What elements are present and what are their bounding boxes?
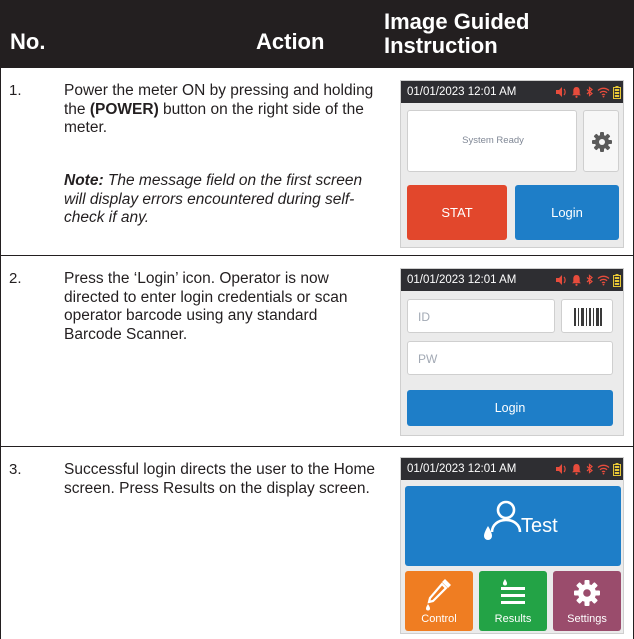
login-label: Login: [551, 205, 583, 220]
header-image-guided-instruction: Image Guided Instruction: [384, 9, 530, 58]
step-text: Successful login directs the user to the…: [64, 461, 376, 497]
meter-screen-home: 01/01/2023 12:01 AM Test Control Results…: [400, 457, 624, 634]
table-row-step-1: 1. Power the meter ON by pressing and ho…: [0, 68, 634, 256]
settings-button[interactable]: [583, 110, 619, 172]
table-row-step-2: 2. Press the ‘Login’ icon. Operator is n…: [0, 256, 634, 447]
status-bar: 01/01/2023 12:01 AM: [401, 269, 623, 291]
battery-icon: [613, 462, 621, 476]
status-bar: 01/01/2023 12:01 AM: [401, 458, 623, 480]
test-label: Test: [521, 515, 558, 537]
gear-icon: [592, 132, 612, 152]
barcode-scan-button[interactable]: [561, 299, 613, 333]
bluetooth-icon: [586, 86, 593, 97]
step-number: 2.: [9, 270, 22, 287]
header-action: Action: [256, 29, 325, 54]
results-tile[interactable]: Results: [479, 571, 547, 631]
pw-placeholder: PW: [418, 352, 438, 366]
table-border-left: [0, 68, 1, 639]
status-icons: [555, 85, 621, 99]
step-text: Press the ‘Login’ icon. Operator is now …: [64, 270, 348, 343]
note-label: Note:: [64, 172, 104, 189]
power-label: (POWER): [89, 100, 159, 118]
wifi-icon: [597, 87, 610, 98]
bell-icon: [572, 464, 581, 475]
status-datetime: 01/01/2023 12:01 AM: [407, 86, 517, 98]
volume-icon: [556, 464, 566, 474]
volume-icon: [556, 275, 566, 285]
settings-tile[interactable]: Settings: [553, 571, 621, 631]
header-no: No.: [10, 29, 46, 54]
volume-icon: [556, 87, 566, 97]
battery-icon: [613, 273, 621, 287]
results-list-icon: [501, 579, 525, 604]
wifi-icon: [597, 464, 610, 475]
bluetooth-icon: [586, 274, 593, 285]
control-label: Control: [421, 613, 457, 625]
wifi-icon: [597, 275, 610, 286]
step-number: 1.: [9, 82, 22, 99]
status-datetime: 01/01/2023 12:01 AM: [407, 463, 517, 475]
instruction-table: No. Action Image Guided Instruction 1. P…: [0, 0, 634, 639]
meter-screen-login: 01/01/2023 12:01 AM ID PW Login: [400, 268, 624, 436]
status-icons: [555, 273, 621, 287]
table-row-step-3: 3. Successful login directs the user to …: [0, 447, 634, 639]
bell-icon: [572, 87, 581, 98]
login-button[interactable]: Login: [407, 390, 613, 426]
status-datetime: 01/01/2023 12:01 AM: [407, 274, 517, 286]
step-text: Power the meter ON by pressing and holdi…: [64, 82, 376, 138]
bell-icon: [572, 275, 581, 286]
id-field[interactable]: ID: [407, 299, 555, 333]
stat-label: STAT: [441, 205, 473, 220]
step-note: Note: The message field on the first scr…: [64, 172, 376, 228]
control-tile[interactable]: Control: [405, 571, 473, 631]
bluetooth-icon: [586, 463, 593, 474]
message-text: System Ready: [462, 135, 524, 146]
message-field: System Ready: [407, 110, 577, 172]
status-bar: 01/01/2023 12:01 AM: [401, 81, 623, 103]
results-label: Results: [494, 613, 532, 625]
gear-icon: [574, 580, 600, 606]
status-icons: [555, 462, 621, 476]
login-button[interactable]: Login: [515, 185, 619, 240]
dropper-icon: [426, 579, 451, 611]
id-placeholder: ID: [418, 310, 430, 324]
battery-icon: [613, 85, 621, 99]
table-header: No. Action Image Guided Instruction: [0, 0, 634, 68]
note-text: The message field on the first screen wi…: [64, 172, 363, 226]
meter-screen-system-ready: 01/01/2023 12:01 AM System Ready STAT Lo…: [400, 80, 624, 248]
test-tile[interactable]: Test: [405, 486, 621, 566]
stat-button[interactable]: STAT: [407, 185, 507, 240]
barcode-icon: [574, 308, 602, 326]
step-number: 3.: [9, 461, 22, 478]
settings-label: Settings: [567, 613, 607, 625]
test-user-icon: [484, 500, 522, 540]
login-label: Login: [494, 401, 526, 415]
pw-field[interactable]: PW: [407, 341, 613, 375]
